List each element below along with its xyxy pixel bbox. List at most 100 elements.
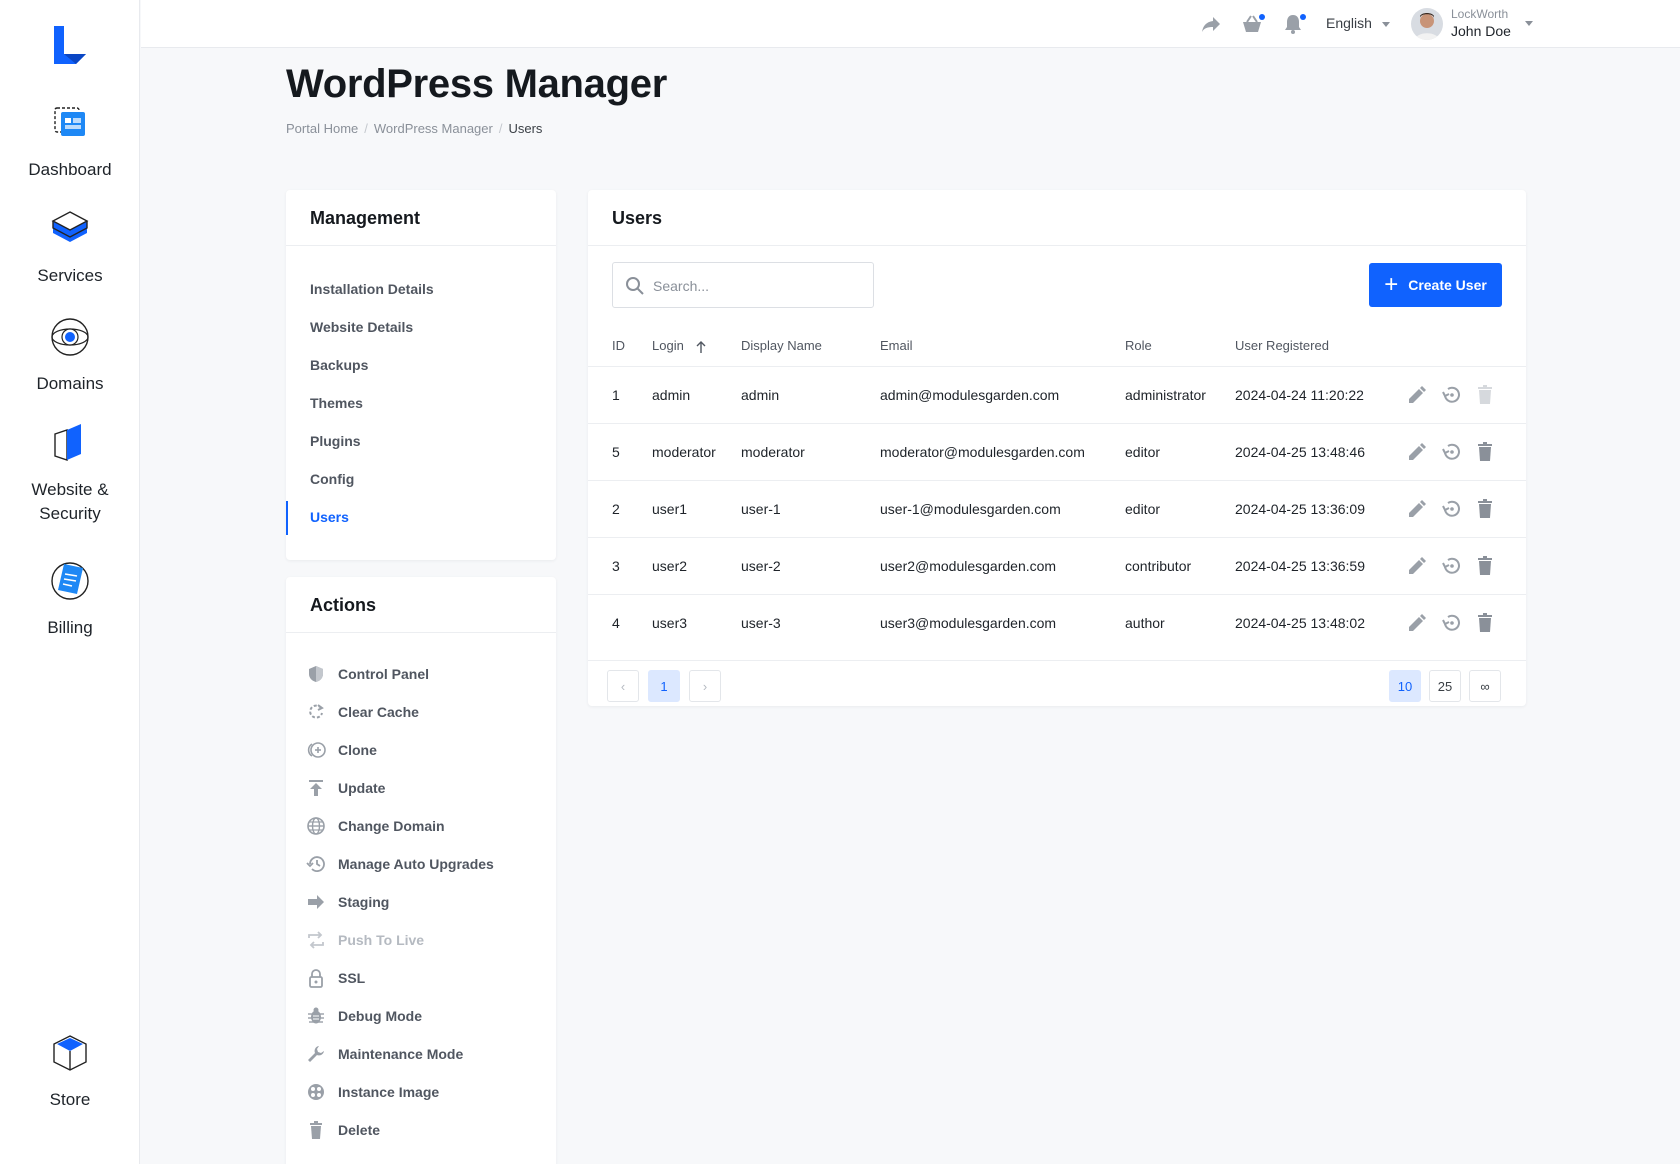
nav-dashboard[interactable]: Dashboard xyxy=(0,100,140,182)
breadcrumb: Portal Home / WordPress Manager / Users xyxy=(286,121,542,136)
column-user-registered[interactable]: User Registered xyxy=(1235,338,1329,353)
action-staging[interactable]: Staging xyxy=(286,883,556,921)
edit-icon[interactable] xyxy=(1406,612,1428,634)
breadcrumb-separator: / xyxy=(498,121,503,136)
action-control-panel[interactable]: Control Panel xyxy=(286,655,556,693)
cell-login: user2 xyxy=(652,558,688,574)
cell-display: admin xyxy=(741,387,780,403)
cell-id: 4 xyxy=(612,615,620,631)
action-clear-cache[interactable]: Clear Cache xyxy=(286,693,556,731)
cell-role: contributor xyxy=(1125,558,1192,574)
column-email[interactable]: Email xyxy=(880,338,913,353)
table-row: 5 moderator moderator moderator@modulesgard… xyxy=(588,423,1526,480)
search-input[interactable] xyxy=(653,275,863,297)
edit-icon[interactable] xyxy=(1406,441,1428,463)
action-update[interactable]: Update xyxy=(286,769,556,807)
brand-logo[interactable] xyxy=(50,24,90,68)
action-manage-auto-upgrades[interactable]: Manage Auto Upgrades xyxy=(286,845,556,883)
action-instance-image[interactable]: Instance Image xyxy=(286,1073,556,1111)
notification-badge xyxy=(1300,14,1306,20)
reset-password-icon[interactable] xyxy=(1440,384,1462,406)
management-item-themes[interactable]: Themes xyxy=(286,384,556,422)
management-card: Management Installation Details Website D… xyxy=(286,190,556,560)
edit-icon[interactable] xyxy=(1406,498,1428,520)
reset-password-icon[interactable] xyxy=(1440,555,1462,577)
delete-icon xyxy=(1478,385,1492,404)
page-1-button[interactable]: 1 xyxy=(648,670,680,702)
dashboard-icon xyxy=(54,107,85,136)
column-login[interactable]: Login xyxy=(652,338,684,353)
cell-id: 3 xyxy=(612,558,620,574)
reset-password-icon[interactable] xyxy=(1440,612,1462,634)
cell-role: editor xyxy=(1125,444,1161,460)
nav-domains[interactable]: Domains xyxy=(0,314,140,396)
action-debug-mode[interactable]: Debug Mode xyxy=(286,997,556,1035)
action-clone[interactable]: Clone xyxy=(286,731,556,769)
action-maintenance-mode[interactable]: Maintenance Mode xyxy=(286,1035,556,1073)
table-row: 3 user2 user-2 user2@modulesgarden.com contr… xyxy=(588,537,1526,594)
column-id[interactable]: ID xyxy=(612,338,625,353)
management-item-plugins[interactable]: Plugins xyxy=(286,422,556,460)
page-size-25-button[interactable]: 25 xyxy=(1429,670,1461,702)
user-menu[interactable]: LockWorth John Doe xyxy=(1451,7,1511,41)
management-item-config[interactable]: Config xyxy=(286,460,556,498)
management-item-installation-details[interactable]: Installation Details xyxy=(286,270,556,308)
cell-display: user-1 xyxy=(741,501,781,517)
user-menu-chevron-icon[interactable] xyxy=(1525,21,1533,26)
column-display-name[interactable]: Display Name xyxy=(741,338,822,353)
nav-services[interactable]: Services xyxy=(0,206,140,288)
create-user-button[interactable]: + Create User xyxy=(1369,263,1502,307)
clone-icon xyxy=(307,742,326,758)
language-select[interactable]: English xyxy=(1326,15,1390,31)
upload-icon xyxy=(309,780,323,796)
edit-icon[interactable] xyxy=(1406,555,1428,577)
action-change-domain[interactable]: Change Domain xyxy=(286,807,556,845)
reset-password-icon[interactable] xyxy=(1440,441,1462,463)
sort-ascending-icon[interactable] xyxy=(696,340,706,354)
delete-icon[interactable] xyxy=(1474,612,1496,634)
cell-role: author xyxy=(1125,615,1165,631)
edit-icon[interactable] xyxy=(1406,384,1428,406)
action-push-to-live[interactable]: Push To Live xyxy=(286,921,556,959)
delete-icon[interactable] xyxy=(1474,555,1496,577)
globe-icon xyxy=(307,817,325,835)
store-icon xyxy=(53,1035,87,1071)
page-size-all-button[interactable]: ∞ xyxy=(1469,670,1501,702)
action-delete[interactable]: Delete xyxy=(286,1111,556,1149)
avatar-image xyxy=(1411,8,1443,40)
table-header: ID Login Display Name Email Role User Re… xyxy=(588,330,1526,366)
nav-store[interactable]: Store xyxy=(0,1030,140,1112)
column-role[interactable]: Role xyxy=(1125,338,1152,353)
cell-registered: 2024-04-25 13:48:02 xyxy=(1235,615,1365,631)
breadcrumb-wordpress-manager[interactable]: WordPress Manager xyxy=(374,121,493,136)
services-icon xyxy=(51,211,89,242)
cell-login: user1 xyxy=(652,501,688,517)
cell-registered: 2024-04-25 13:36:09 xyxy=(1235,501,1365,517)
management-item-users[interactable]: Users xyxy=(286,498,556,536)
delete-icon[interactable] xyxy=(1474,441,1496,463)
page-title: WordPress Manager xyxy=(286,62,667,106)
prev-page-button[interactable]: ‹ xyxy=(607,670,639,702)
next-page-button[interactable]: › xyxy=(689,670,721,702)
page-size-10-button[interactable]: 10 xyxy=(1389,670,1421,702)
cell-registered: 2024-04-25 13:36:59 xyxy=(1235,558,1365,574)
image-icon xyxy=(308,1084,324,1100)
reset-password-icon[interactable] xyxy=(1440,498,1462,520)
cell-login: user3 xyxy=(652,615,688,631)
nav-billing[interactable]: Billing xyxy=(0,558,140,640)
management-item-website-details[interactable]: Website Details xyxy=(286,308,556,346)
avatar[interactable] xyxy=(1411,8,1443,40)
nav-domains-label: Domains xyxy=(36,374,104,393)
cell-role: administrator xyxy=(1125,387,1206,403)
breadcrumb-portal-home[interactable]: Portal Home xyxy=(286,121,358,136)
cell-id: 2 xyxy=(612,501,620,517)
cell-login: admin xyxy=(652,387,691,403)
cell-id: 5 xyxy=(612,444,620,460)
management-item-backups[interactable]: Backups xyxy=(286,346,556,384)
action-ssl[interactable]: SSL xyxy=(286,959,556,997)
nav-website-security[interactable]: Website & Security xyxy=(0,420,140,526)
share-icon[interactable] xyxy=(1199,12,1223,36)
delete-icon[interactable] xyxy=(1474,498,1496,520)
action-label: Update xyxy=(338,780,386,796)
search-field[interactable] xyxy=(612,262,874,308)
